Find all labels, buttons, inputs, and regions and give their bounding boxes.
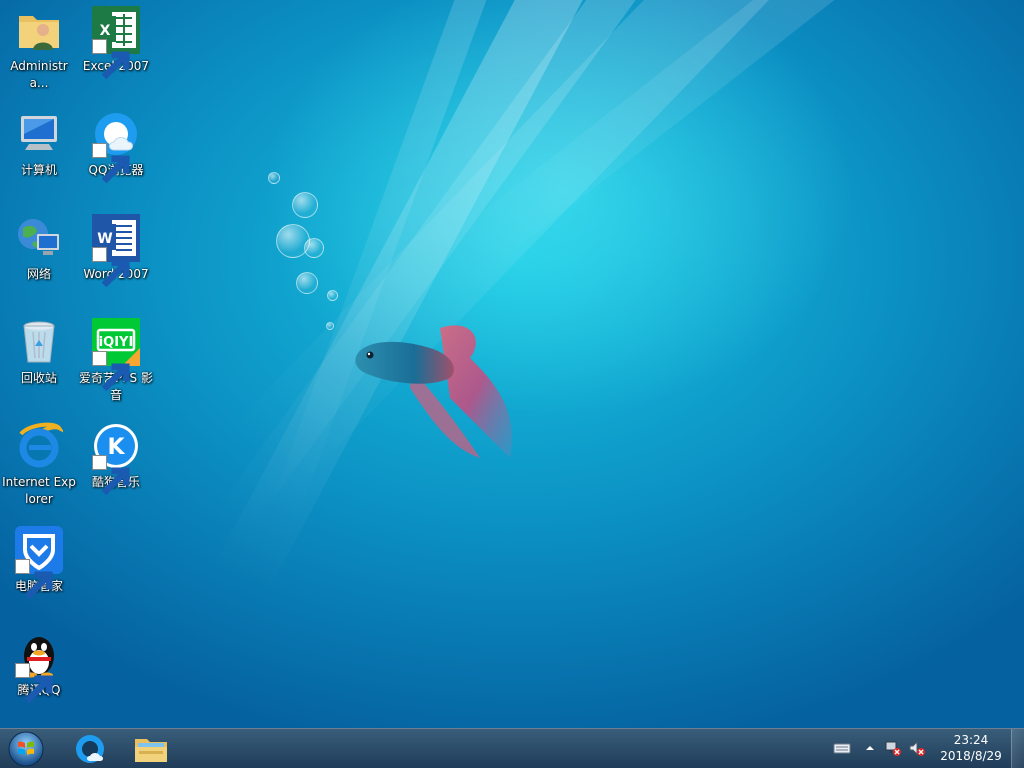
bubble <box>326 322 334 330</box>
network-error-icon[interactable] <box>884 739 902 757</box>
start-button[interactable] <box>6 730 46 768</box>
desktop-icon-internet-explorer[interactable]: Internet Explorer <box>1 422 77 508</box>
desktop-icon-pc-manager[interactable]: 电脑管家 <box>1 526 77 600</box>
desktop-icon-label: 计算机 <box>20 163 57 177</box>
desktop-icon-word-2007[interactable]: W Word 2007 <box>78 214 154 288</box>
desktop-icon-recycle-bin[interactable]: 回收站 <box>1 318 77 387</box>
desktop-icon-label: 回收站 <box>20 371 57 385</box>
volume-muted-icon[interactable] <box>908 739 926 757</box>
bubble <box>292 192 318 218</box>
bubble <box>268 172 280 184</box>
betta-fish-image <box>355 325 512 458</box>
shortcut-arrow-icon <box>92 455 130 496</box>
desktop-icon-administrator[interactable]: Administra... <box>1 6 77 92</box>
network-icon <box>18 219 59 255</box>
svg-text:iQIYI: iQIYI <box>99 335 134 350</box>
taskbar-app-qq-browser[interactable] <box>62 731 118 767</box>
clock-date: 2018/8/29 <box>940 749 1002 763</box>
shortcut-arrow-icon <box>92 39 130 80</box>
desktop-icon-kugou-music[interactable]: K 酷狗音乐 <box>78 422 154 496</box>
show-desktop-button[interactable] <box>1011 729 1024 768</box>
desktop-icon-network[interactable]: 网络 <box>1 214 77 283</box>
taskbar-app-file-explorer[interactable] <box>123 731 179 767</box>
desktop-icon-excel-2007[interactable]: X Excel 2007 <box>78 6 154 80</box>
desktop-icon-label: Administra... <box>10 59 68 90</box>
desktop[interactable]: Administra... 计算机 网络 回收站 Internet Explor… <box>0 0 1024 728</box>
bubble <box>304 238 324 258</box>
desktop-icon-label: Internet Explorer <box>2 475 76 506</box>
bubble <box>296 272 318 294</box>
svg-text:X: X <box>100 23 111 39</box>
desktop-icon-tencent-qq[interactable]: 腾讯QQ <box>1 630 77 704</box>
shortcut-arrow-icon <box>15 559 53 600</box>
file-explorer-icon <box>135 739 167 762</box>
clock-time: 23:24 <box>953 733 989 747</box>
svg-text:W: W <box>97 231 112 247</box>
user-folder-icon <box>19 16 59 50</box>
desktop-icon-label: 网络 <box>26 267 51 281</box>
system-clock[interactable]: 23:24 2018/8/29 <box>930 732 1012 764</box>
show-hidden-icons-chevron[interactable] <box>861 739 879 757</box>
taskbar: 23:24 2018/8/29 <box>0 728 1024 768</box>
shortcut-arrow-icon <box>92 247 130 288</box>
desktop-icon-qq-browser[interactable]: QQ浏览器 <box>78 110 154 184</box>
shortcut-arrow-icon <box>92 351 130 392</box>
windows-orb-icon <box>8 731 44 767</box>
bubble <box>327 290 338 301</box>
desktop-icon-iqiyi-pps[interactable]: iQIYI 爱奇艺PPS 影音 <box>78 318 154 404</box>
shortcut-arrow-icon <box>15 663 53 704</box>
keyboard-icon[interactable] <box>833 739 851 757</box>
qq-browser-icon <box>76 735 104 763</box>
internet-explorer-icon <box>19 422 63 468</box>
recycle-bin-icon <box>23 321 55 363</box>
shortcut-arrow-icon <box>92 143 130 184</box>
desktop-icon-computer[interactable]: 计算机 <box>1 110 77 179</box>
computer-icon <box>21 116 57 150</box>
